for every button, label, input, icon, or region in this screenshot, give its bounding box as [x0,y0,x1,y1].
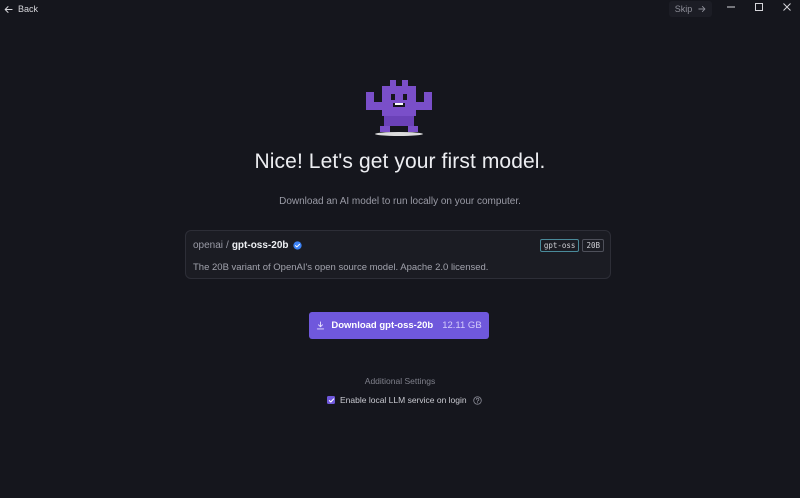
model-tag: 20B [582,239,604,252]
checkmark-icon [328,397,335,404]
download-size: 12.11 GB [442,320,482,331]
model-repo: gpt-oss-20b [231,240,289,251]
model-separator: / [226,240,229,251]
maximize-icon [754,2,764,12]
title-bar: Back Skip [0,0,800,18]
download-model-button[interactable]: Download gpt-oss-20b 12.11 GB [309,312,489,339]
minimize-icon [726,2,736,12]
close-button[interactable] [774,0,800,14]
help-circle-icon[interactable] [472,395,482,405]
enable-local-llm-setting: Enable local LLM service on login [327,394,482,406]
additional-settings-heading: Additional Settings [364,376,436,386]
skip-button[interactable]: Skip [669,1,712,17]
verified-badge-icon [293,241,303,250]
model-description: The 20B variant of OpenAI's open source … [193,262,489,273]
back-button[interactable]: Back [4,2,38,16]
skip-label: Skip [674,4,693,14]
enable-local-llm-checkbox[interactable] [327,396,335,404]
download-label: Download gpt-oss-20b [331,320,434,331]
model-name: openai / gpt-oss-20b [193,240,303,251]
arrow-left-icon [4,5,13,14]
page-title: Nice! Let's get your first model. [254,150,546,173]
model-tags: gpt-oss 20B [539,239,604,252]
model-org: openai [193,240,224,251]
page-subtitle: Download an AI model to run locally on y… [279,196,521,207]
model-card[interactable]: openai / gpt-oss-20b gpt-oss 20B The 20B… [185,230,611,279]
back-label: Back [18,4,39,14]
minimize-button[interactable] [718,0,744,14]
mascot-robot-logo [362,78,436,136]
maximize-button[interactable] [746,0,772,14]
model-tag: gpt-oss [539,239,580,252]
arrow-right-icon [698,5,706,13]
close-icon [782,2,792,12]
download-icon [316,321,325,330]
enable-local-llm-label[interactable]: Enable local LLM service on login [340,395,467,405]
